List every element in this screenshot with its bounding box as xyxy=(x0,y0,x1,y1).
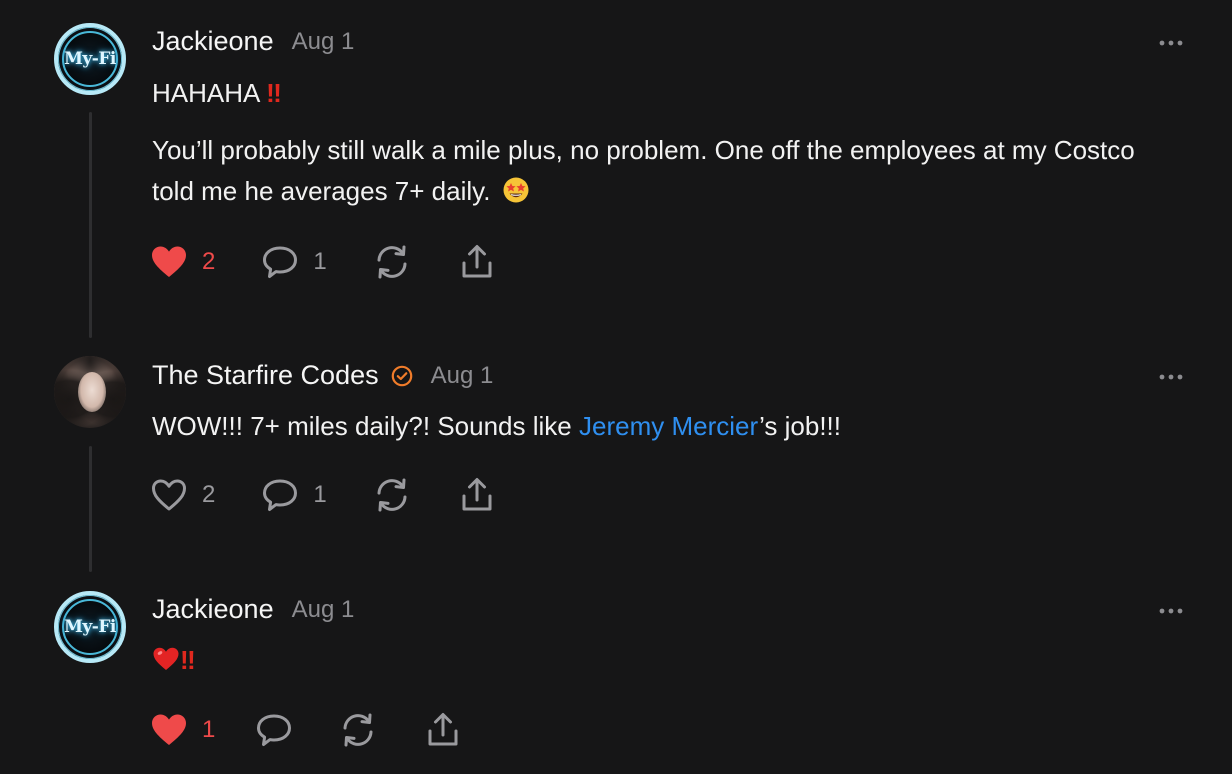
double-exclamation-emoji-icon: ‼ xyxy=(266,78,282,108)
share-icon xyxy=(462,478,492,511)
comment-text: HAHAHA ‼ You’ll probably still walk a mi… xyxy=(152,73,1182,212)
repost-button[interactable] xyxy=(373,476,411,514)
repost-icon xyxy=(377,478,407,512)
author-name[interactable]: Jackieone xyxy=(152,26,274,57)
like-count: 1 xyxy=(202,716,216,743)
author-name[interactable]: The Starfire Codes xyxy=(152,360,379,391)
comment-actions: 1 xyxy=(150,710,461,750)
share-button[interactable] xyxy=(459,476,495,514)
reply-button[interactable] xyxy=(255,712,293,748)
avatar-logo-text: My-Fi xyxy=(64,617,116,637)
thread-line xyxy=(89,446,92,572)
more-options-icon[interactable] xyxy=(1158,38,1184,48)
avatar[interactable]: My-Fi xyxy=(54,23,126,95)
share-button[interactable] xyxy=(459,243,495,281)
reply-count: 1 xyxy=(313,481,327,508)
comment-bubble-icon xyxy=(263,479,298,511)
comment-paragraph: HAHAHA ‼ xyxy=(152,78,282,108)
comment-text: ‼ xyxy=(152,640,1182,681)
comment-bubble-icon xyxy=(263,246,298,278)
author-name[interactable]: Jackieone xyxy=(152,594,274,625)
share-icon xyxy=(428,713,458,746)
like-count: 2 xyxy=(202,248,216,275)
star-struck-emoji-icon xyxy=(503,177,529,203)
avatar[interactable]: My-Fi xyxy=(54,591,126,663)
share-icon xyxy=(462,245,492,278)
comment-date[interactable]: Aug 1 xyxy=(292,28,355,56)
comment-header: Jackieone Aug 1 xyxy=(152,594,354,625)
red-heart-emoji-icon xyxy=(153,647,179,670)
comment-bubble-icon xyxy=(257,714,292,746)
thread-line xyxy=(89,112,92,338)
comment-date[interactable]: Aug 1 xyxy=(292,596,355,624)
avatar-logo-text: My-Fi xyxy=(64,49,116,69)
comment-header: Jackieone Aug 1 xyxy=(152,26,354,57)
reply-button[interactable]: 1 xyxy=(261,244,327,280)
more-options-icon[interactable] xyxy=(1158,372,1184,382)
like-button[interactable]: 1 xyxy=(150,713,215,747)
repost-button[interactable] xyxy=(373,243,411,281)
avatar-photo-face xyxy=(78,372,106,412)
like-count: 2 xyxy=(202,481,216,508)
repost-icon xyxy=(343,713,373,747)
like-button[interactable]: 2 xyxy=(150,478,215,512)
heart-filled-icon xyxy=(152,714,186,745)
comment-paragraph: You’ll probably still walk a mile plus, … xyxy=(152,135,1135,206)
comment-header: The Starfire Codes Aug 1 xyxy=(152,360,493,391)
myfi-logo: My-Fi xyxy=(62,31,118,87)
comment-actions: 2 1 xyxy=(150,475,495,515)
reply-count: 1 xyxy=(313,248,327,275)
double-exclamation-emoji-icon: ‼ xyxy=(180,645,196,675)
repost-icon xyxy=(377,245,407,279)
like-button[interactable]: 2 xyxy=(150,245,215,279)
more-options-icon[interactable] xyxy=(1158,606,1184,616)
heart-outline-icon xyxy=(152,479,186,511)
reply-button[interactable]: 1 xyxy=(261,477,327,513)
comment-text: WOW!!! 7+ miles daily?! Sounds like Jere… xyxy=(152,411,841,441)
comment-actions: 2 1 xyxy=(150,242,495,282)
verified-badge-icon xyxy=(391,365,412,386)
heart-filled-icon xyxy=(152,246,186,277)
comment-date[interactable]: Aug 1 xyxy=(431,362,494,390)
share-button[interactable] xyxy=(425,711,461,749)
myfi-logo: My-Fi xyxy=(62,599,118,655)
user-mention-link[interactable]: Jeremy Mercier xyxy=(579,411,759,441)
avatar[interactable] xyxy=(54,356,126,428)
repost-button[interactable] xyxy=(339,711,377,749)
